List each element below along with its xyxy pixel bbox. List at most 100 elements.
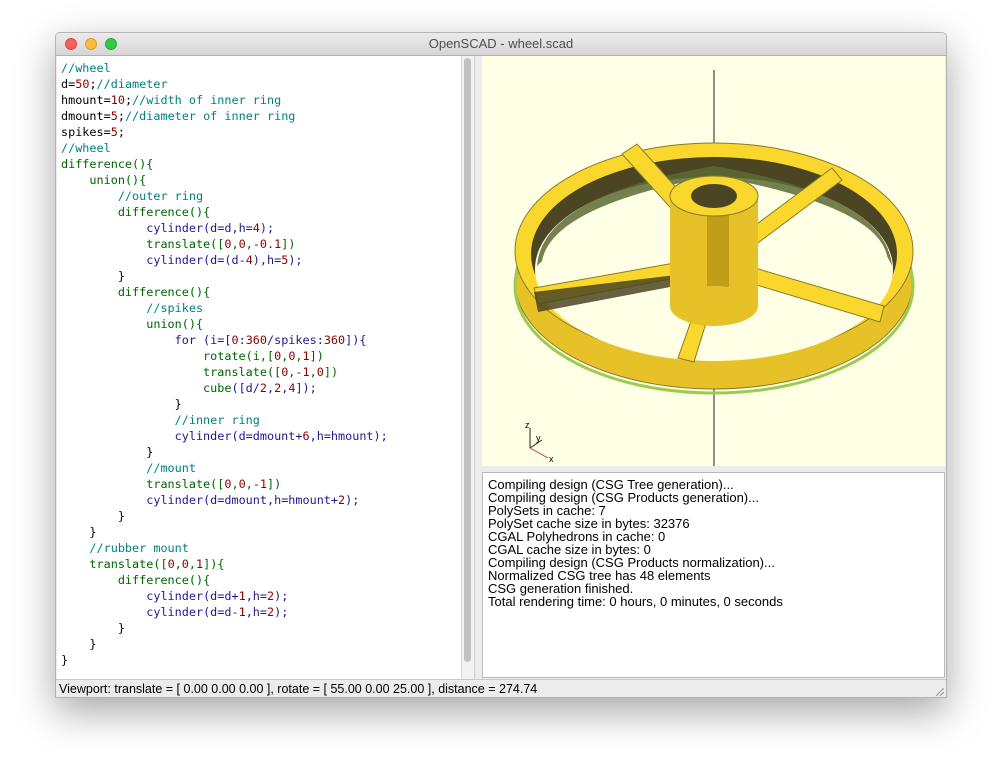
code-line[interactable]: } (61, 444, 388, 460)
title-bar[interactable]: OpenSCAD - wheel.scad (56, 33, 946, 56)
code-line[interactable]: //rubber mount (61, 540, 388, 556)
code-token: , (231, 477, 239, 491)
code-token: ]) (323, 365, 339, 379)
code-line[interactable]: difference(){ (61, 284, 388, 300)
code-line[interactable]: } (61, 268, 388, 284)
code-line[interactable]: } (61, 524, 388, 540)
code-token: rotate (203, 349, 246, 363)
code-token: ]); (295, 381, 317, 395)
code-token: (d=d- (203, 605, 239, 619)
code-line[interactable]: spikes=5; (61, 124, 388, 140)
code-token: 6 (302, 429, 310, 443)
code-token: } (61, 269, 125, 283)
code-line[interactable]: //wheel (61, 60, 388, 76)
console-line: Total rendering time: 0 hours, 0 minutes… (488, 594, 783, 609)
editor-scrollbar[interactable] (461, 56, 474, 680)
code-line[interactable]: translate([0,-1,0]) (61, 364, 388, 380)
code-token: ; (117, 125, 125, 139)
code-token: 4 (252, 221, 260, 235)
code-line[interactable]: } (61, 636, 388, 652)
code-line[interactable]: //outer ring (61, 188, 388, 204)
code-token: cylinder (146, 221, 204, 235)
code-token: (d=dmount+ (231, 429, 303, 443)
code-line[interactable]: union(){ (61, 172, 388, 188)
code-token: ([ (266, 365, 282, 379)
code-line[interactable]: } (61, 508, 388, 524)
code-token: (i,[ (245, 349, 275, 363)
code-line[interactable]: difference(){ (61, 204, 388, 220)
code-line[interactable]: cylinder(d=dmount+6,h=hmount); (61, 428, 388, 444)
editor-scroll-thumb[interactable] (464, 58, 471, 662)
console-output: Compiling design (CSG Tree generation)..… (483, 478, 783, 608)
code-token: //outer ring (117, 189, 204, 203)
code-token: ([ (210, 477, 225, 491)
code-token: cube (203, 381, 232, 395)
code-token: 5 (110, 125, 118, 139)
code-line[interactable]: cylinder(d=dmount,h=hmount+2); (61, 492, 388, 508)
resize-grip-icon[interactable] (934, 686, 944, 696)
code-line[interactable]: cylinder(d=d-1,h=2); (61, 604, 388, 620)
console-panel[interactable]: Compiling design (CSG Tree generation)..… (482, 472, 945, 678)
code-line[interactable]: translate([0,0,1]){ (61, 556, 388, 572)
code-token: //diameter (96, 77, 168, 91)
code-token: , (231, 237, 239, 251)
code-line[interactable]: difference(){ (61, 572, 388, 588)
code-line[interactable]: cube([d/2,2,4]); (61, 380, 388, 396)
3d-viewport[interactable]: z y x (482, 56, 945, 466)
code-line[interactable]: hmount=10;//width of inner ring (61, 92, 388, 108)
code-token: , (174, 557, 182, 571)
code-token: = (103, 109, 111, 123)
code-line[interactable]: //inner ring (61, 412, 388, 428)
code-line[interactable]: } (61, 652, 388, 668)
code-token: } (61, 445, 154, 459)
code-token: translate (146, 237, 211, 251)
code-token: difference (117, 285, 189, 299)
code-token: //rubber mount (89, 541, 189, 555)
code-token: //inner ring (174, 413, 260, 427)
code-line[interactable]: //spikes (61, 300, 388, 316)
code-line[interactable]: translate([0,0,-1]) (61, 476, 388, 492)
code-line[interactable]: cylinder(d=d,h=4); (61, 220, 388, 236)
code-token: ([d/ (231, 381, 260, 395)
code-token: (d=d+ (203, 589, 239, 603)
code-token: 360 (323, 333, 346, 347)
code-line[interactable]: for (i=[0:360/spikes:360]){ (61, 332, 388, 348)
code-line[interactable]: //wheel (61, 140, 388, 156)
code-token: spikes (61, 125, 104, 139)
code-token: ([ (210, 237, 225, 251)
code-line[interactable]: cylinder(d=d+1,h=2); (61, 588, 388, 604)
code-line[interactable]: rotate(i,[0,0,1]) (61, 348, 388, 364)
code-token: translate (146, 477, 211, 491)
code-token: 2 (259, 381, 267, 395)
code-line[interactable]: translate([0,0,-0.1]) (61, 236, 388, 252)
code-token: ]) (267, 477, 282, 491)
code-editor[interactable]: //wheel d=50;//diameter hmount=10;//width … (57, 56, 461, 680)
code-token: 360 (245, 333, 267, 347)
code-line[interactable]: difference(){ (61, 156, 388, 172)
code-text[interactable]: //wheel d=50;//diameter hmount=10;//width … (61, 60, 388, 668)
code-line[interactable]: d=50;//diameter (61, 76, 388, 92)
code-line[interactable]: //mount (61, 460, 388, 476)
status-bar: Viewport: translate = [ 0.00 0.00 0.00 ]… (56, 679, 946, 697)
code-token: hmount (61, 93, 104, 107)
code-token: //wheel (61, 141, 111, 155)
code-token: cylinder (146, 605, 204, 619)
code-token: 4 (245, 253, 253, 267)
code-token: ,h= (245, 589, 267, 603)
code-line[interactable]: } (61, 396, 388, 412)
code-line[interactable]: cylinder(d=(d-4),h=5); (61, 252, 388, 268)
code-line[interactable]: union(){ (61, 316, 388, 332)
code-line[interactable]: } (61, 620, 388, 636)
code-token: , (188, 557, 196, 571)
code-token: (d=(d- (203, 253, 246, 267)
code-line[interactable]: dmount=5;//diameter of inner ring (61, 108, 388, 124)
